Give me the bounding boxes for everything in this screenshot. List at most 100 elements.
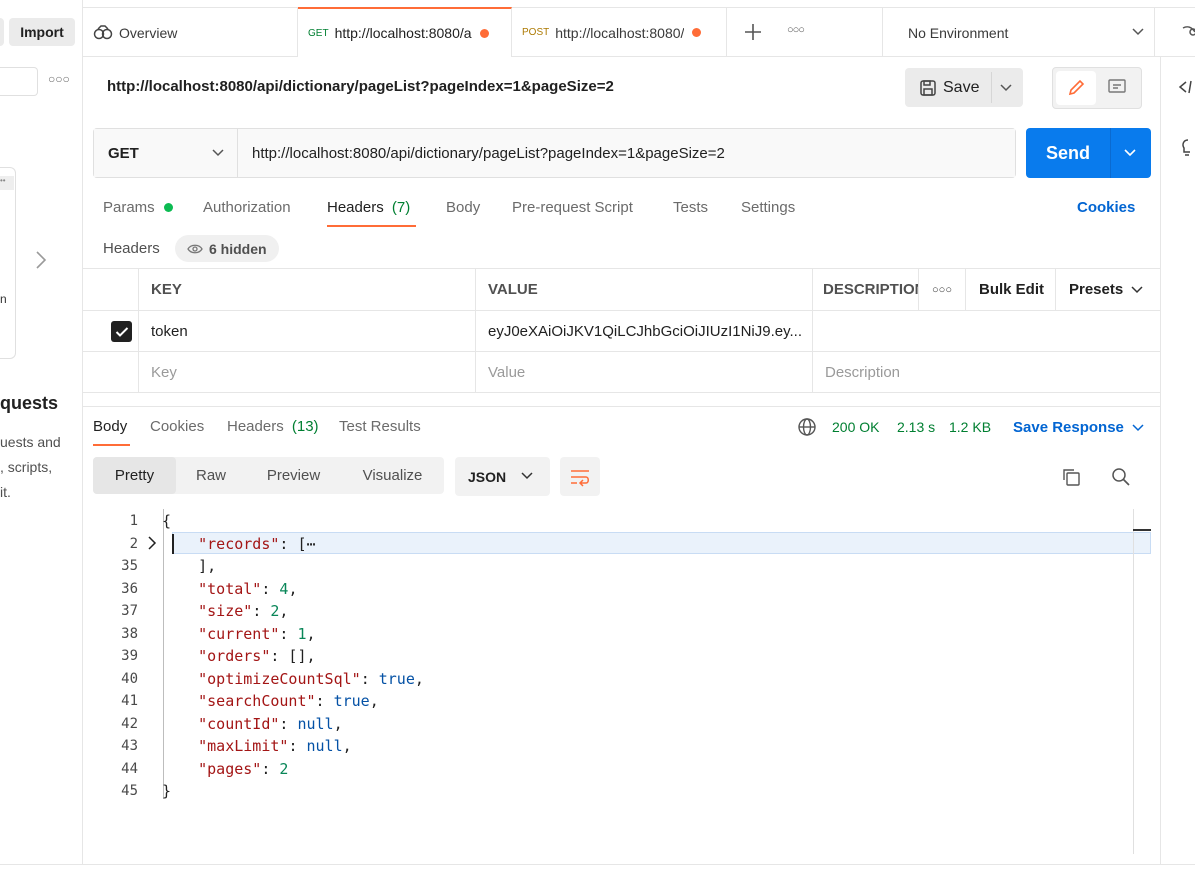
view-mode-preview[interactable]: Preview	[246, 457, 341, 494]
requests-text-line: it.	[0, 484, 11, 500]
save-button[interactable]: Save	[905, 68, 991, 107]
column-header-description: DESCRIPTION	[812, 269, 918, 310]
code-line: 43 "maxLimit": null,	[83, 735, 1133, 758]
line-number: 37	[121, 603, 138, 619]
hidden-headers-toggle[interactable]: 6 hidden	[175, 235, 279, 262]
cookies-link[interactable]: Cookies	[1077, 199, 1135, 216]
save-response-label: Save Response	[1013, 419, 1124, 436]
code-text: "records": [⋯	[162, 533, 316, 556]
edit-mode-button[interactable]	[1056, 71, 1096, 105]
save-dropdown-chevron-icon[interactable]	[999, 81, 1013, 95]
code-token: ,	[333, 714, 343, 733]
table-row: token eyJ0eXAiOiJKV1QiLCJhbGciOiJIUzI1Ni…	[83, 311, 1160, 352]
lightbulb-icon[interactable]	[1178, 137, 1195, 159]
search-icon[interactable]	[1111, 467, 1131, 487]
comment-icon[interactable]	[1107, 77, 1127, 97]
import-button[interactable]: Import	[9, 18, 75, 46]
environment-selector[interactable]: No Environment	[883, 8, 1155, 57]
row-enabled-checkbox[interactable]	[111, 321, 132, 342]
presets-dropdown[interactable]: Presets	[1055, 269, 1160, 310]
send-button[interactable]: Send	[1026, 128, 1110, 178]
new-tab-plus-icon[interactable]	[743, 22, 763, 42]
tab-headers[interactable]: Headers (7)	[327, 199, 410, 216]
header-key-cell[interactable]: token	[138, 311, 475, 351]
unsaved-dot-icon	[479, 28, 489, 38]
code-text: "orders": [],	[162, 645, 315, 668]
response-tab-cookies[interactable]: Cookies	[150, 418, 204, 435]
status-code[interactable]: 200 OK	[832, 419, 879, 435]
save-label: Save	[943, 78, 980, 96]
copy-icon[interactable]	[1061, 467, 1081, 487]
format-selector[interactable]: JSON	[455, 457, 550, 496]
chevron-right-icon[interactable]	[34, 250, 48, 270]
tab-post-request[interactable]: POST http://localhost:8080/	[512, 8, 727, 57]
code-token: ],	[162, 557, 217, 575]
bulk-edit-button[interactable]: Bulk Edit	[965, 269, 1055, 310]
code-token: true	[333, 692, 370, 710]
code-text: "maxLimit": null,	[162, 735, 352, 758]
code-token: : [⋯	[279, 534, 316, 553]
send-dropdown-chevron-icon[interactable]	[1123, 146, 1137, 160]
save-response-button[interactable]: Save Response	[1013, 419, 1144, 436]
tab-get-request[interactable]: GET http://localhost:8080/a	[298, 7, 512, 57]
view-mode-raw[interactable]: Raw	[176, 457, 246, 494]
tab-body[interactable]: Body	[446, 199, 480, 216]
view-mode-visualize[interactable]: Visualize	[341, 457, 444, 494]
tab-params[interactable]: Params	[103, 199, 173, 216]
tab-tests[interactable]: Tests	[673, 199, 708, 216]
response-body-editor[interactable]: 1{2 "records": [⋯ 35 ], 36 "total": 4, 37 "…	[83, 509, 1153, 859]
response-tab-body[interactable]: Body	[93, 418, 127, 435]
hidden-count-label: 6 hidden	[209, 240, 267, 257]
code-icon[interactable]	[1178, 78, 1195, 96]
sidebar-search-input[interactable]	[0, 67, 38, 96]
view-mode-pretty[interactable]: Pretty	[93, 457, 176, 494]
tab-overview[interactable]: Overview	[83, 8, 298, 57]
header-value-cell[interactable]: eyJ0eXAiOiJKV1QiLCJhbGciOiJIUzI1NiJ9.ey.…	[475, 311, 812, 351]
tab-method: POST	[522, 27, 550, 38]
method-selector[interactable]: GET	[94, 129, 238, 177]
request-title[interactable]: http://localhost:8080/api/dictionary/pag…	[107, 78, 614, 95]
table-row-empty: Key Value Description	[83, 352, 1160, 393]
tab-prerequest-script[interactable]: Pre-request Script	[512, 199, 633, 216]
card-more-icon[interactable]: ••	[0, 176, 14, 190]
value-input[interactable]: Value	[475, 352, 812, 392]
response-size[interactable]: 1.2 KB	[949, 419, 991, 435]
code-text: "optimizeCountSql": true,	[162, 668, 424, 691]
chevron-down-icon	[1131, 25, 1145, 39]
editor-scrollbar-thumb[interactable]	[1133, 529, 1151, 531]
response-time[interactable]: 2.13 s	[897, 419, 935, 435]
wrap-lines-button[interactable]	[560, 457, 600, 496]
line-number: 40	[121, 670, 138, 687]
header-description-cell[interactable]	[812, 311, 1160, 351]
headers-table: KEY VALUE DESCRIPTION ○○○ Bulk Edit Pres…	[83, 268, 1160, 393]
sidebar-new-button-edge[interactable]	[0, 18, 4, 46]
eye-icon	[187, 243, 203, 255]
tab-method: GET	[308, 27, 329, 39]
headers-section-label: Headers	[103, 240, 160, 257]
key-input[interactable]: Key	[138, 352, 475, 392]
request-url-bar: GET http://localhost:8080/api/dictionary…	[93, 128, 1016, 178]
columns-more-icon[interactable]: ○○○	[918, 269, 965, 310]
url-input[interactable]: http://localhost:8080/api/dictionary/pag…	[238, 129, 1015, 177]
description-input[interactable]: Description	[812, 352, 1160, 392]
code-token: :	[288, 737, 307, 755]
code-token: :	[315, 692, 334, 710]
tabs-more-icon[interactable]: ○○○	[787, 24, 805, 36]
sidebar-more-icon[interactable]: ○○○	[48, 72, 70, 86]
globe-icon[interactable]	[797, 417, 817, 437]
tab-authorization[interactable]: Authorization	[203, 199, 291, 216]
response-tab-test-results[interactable]: Test Results	[339, 418, 421, 435]
line-number: 41	[121, 693, 138, 709]
editor-scrollbar-track[interactable]	[1133, 509, 1134, 854]
method-label: GET	[108, 144, 139, 162]
eye-icon[interactable]	[1181, 24, 1195, 40]
requests-description: uests and , scripts, it.	[0, 430, 82, 505]
tab-settings[interactable]: Settings	[741, 199, 795, 216]
code-token: :	[261, 759, 280, 778]
code-token: 2	[279, 759, 289, 778]
code-token: "size"	[198, 602, 253, 620]
response-tab-headers[interactable]: Headers (13)	[227, 418, 319, 435]
